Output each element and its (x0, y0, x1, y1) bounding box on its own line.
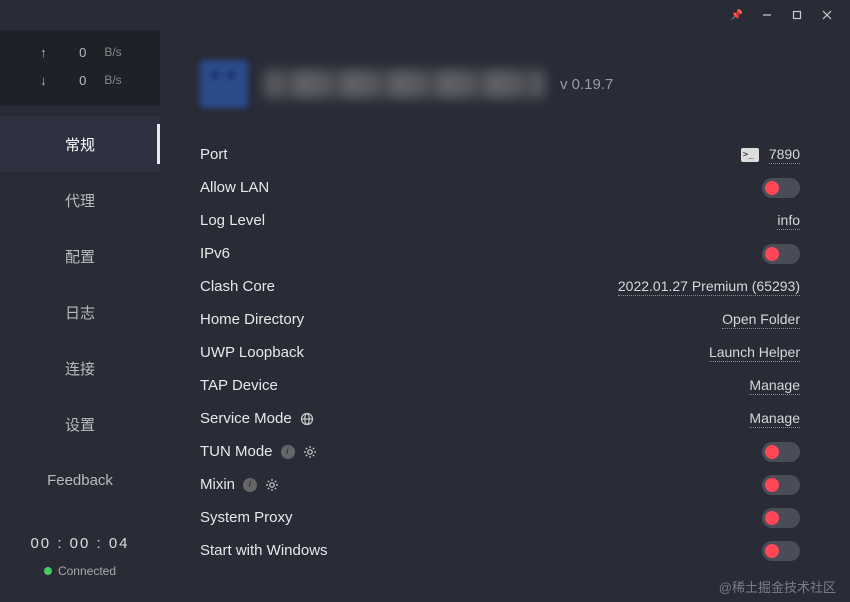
info-icon[interactable]: i (243, 478, 257, 492)
nav-item-connections[interactable]: 连接 (0, 340, 160, 396)
setting-label: TAP Device (200, 377, 278, 394)
setting-label: Clash Core (200, 278, 275, 295)
app-title (264, 70, 544, 98)
setting-uwp-loopback: UWP Loopback Launch Helper (200, 336, 800, 369)
port-value[interactable]: 7890 (769, 146, 800, 164)
nav-item-proxies[interactable]: 代理 (0, 172, 160, 228)
setting-clash-core: Clash Core 2022.01.27 Premium (65293) (200, 270, 800, 303)
setting-system-proxy: System Proxy (200, 501, 800, 534)
nav-item-general[interactable]: 常规 (0, 116, 160, 172)
connection-label: Connected (58, 564, 116, 578)
setting-label: Home Directory (200, 311, 304, 328)
nav-item-settings[interactable]: 设置 (0, 396, 160, 452)
upload-arrow-icon: ↑ (38, 45, 48, 60)
watermark: @稀土掘金技术社区 (719, 577, 836, 596)
setting-log-level: Log Level info (200, 204, 800, 237)
nav-label: 连接 (65, 358, 95, 379)
setting-allow-lan: Allow LAN (200, 171, 800, 204)
ipv6-toggle[interactable] (762, 244, 800, 264)
upload-value: 0 (66, 45, 86, 60)
setting-ipv6: IPv6 (200, 237, 800, 270)
open-folder-button[interactable]: Open Folder (722, 311, 800, 329)
terminal-icon[interactable]: >_ (741, 148, 759, 162)
setting-label: IPv6 (200, 245, 230, 262)
sidebar: ↑ 0 B/s ↓ 0 B/s 常规 代理 配置 日志 连接 设置 Feedba… (0, 30, 160, 602)
app-icon (200, 60, 248, 108)
setting-label: Port (200, 146, 228, 163)
app-header: v 0.19.7 (200, 60, 800, 108)
nav-item-profiles[interactable]: 配置 (0, 228, 160, 284)
system-proxy-toggle[interactable] (762, 508, 800, 528)
setting-label: TUN Mode i (200, 443, 317, 460)
sidebar-status: 00 : 00 : 04 Connected (0, 517, 160, 602)
globe-icon (300, 412, 314, 426)
log-level-value[interactable]: info (777, 212, 800, 230)
setting-service-mode: Service Mode Manage (200, 402, 800, 435)
setting-start-with-windows: Start with Windows (200, 534, 800, 567)
download-arrow-icon: ↓ (38, 73, 48, 88)
tap-manage-button[interactable]: Manage (749, 377, 800, 395)
service-manage-button[interactable]: Manage (749, 410, 800, 428)
setting-label: Service Mode (200, 410, 314, 427)
setting-home-directory: Home Directory Open Folder (200, 303, 800, 336)
nav-label: Feedback (47, 472, 113, 489)
setting-label: System Proxy (200, 509, 293, 526)
network-stats: ↑ 0 B/s ↓ 0 B/s (0, 30, 160, 106)
nav-item-logs[interactable]: 日志 (0, 284, 160, 340)
download-stat: ↓ 0 B/s (0, 66, 160, 94)
launch-helper-button[interactable]: Launch Helper (709, 344, 800, 362)
app-version: v 0.19.7 (560, 76, 613, 93)
gear-icon[interactable] (303, 445, 317, 459)
setting-label: Allow LAN (200, 179, 269, 196)
info-icon[interactable]: i (281, 445, 295, 459)
allow-lan-toggle[interactable] (762, 178, 800, 198)
setting-port: Port >_ 7890 (200, 138, 800, 171)
nav-label: 常规 (65, 134, 95, 155)
nav-label: 代理 (65, 190, 95, 211)
download-value: 0 (66, 73, 86, 88)
setting-tun-mode: TUN Mode i (200, 435, 800, 468)
setting-label: Log Level (200, 212, 265, 229)
close-button[interactable] (812, 2, 842, 28)
mixin-toggle[interactable] (762, 475, 800, 495)
uptime: 00 : 00 : 04 (0, 535, 160, 552)
setting-label: UWP Loopback (200, 344, 304, 361)
nav: 常规 代理 配置 日志 连接 设置 Feedback (0, 106, 160, 517)
setting-label: Mixin i (200, 476, 279, 493)
minimize-button[interactable] (752, 2, 782, 28)
nav-label: 日志 (65, 302, 95, 323)
setting-tap-device: TAP Device Manage (200, 369, 800, 402)
nav-item-feedback[interactable]: Feedback (0, 452, 160, 508)
maximize-button[interactable] (782, 2, 812, 28)
tun-mode-toggle[interactable] (762, 442, 800, 462)
start-with-windows-toggle[interactable] (762, 541, 800, 561)
setting-mixin: Mixin i (200, 468, 800, 501)
connection-status: Connected (44, 564, 116, 578)
pin-button[interactable]: 📌 (722, 2, 752, 28)
download-unit: B/s (104, 73, 121, 87)
upload-stat: ↑ 0 B/s (0, 38, 160, 66)
status-dot-icon (44, 567, 52, 575)
nav-label: 设置 (65, 414, 95, 435)
clash-core-value[interactable]: 2022.01.27 Premium (65293) (618, 278, 800, 296)
setting-label: Start with Windows (200, 542, 328, 559)
settings-list: Port >_ 7890 Allow LAN Log Level info IP… (200, 138, 800, 567)
gear-icon[interactable] (265, 478, 279, 492)
nav-label: 配置 (65, 246, 95, 267)
upload-unit: B/s (104, 45, 121, 59)
main-panel: v 0.19.7 Port >_ 7890 Allow LAN Log Leve… (160, 30, 850, 602)
titlebar: 📌 (0, 0, 850, 30)
